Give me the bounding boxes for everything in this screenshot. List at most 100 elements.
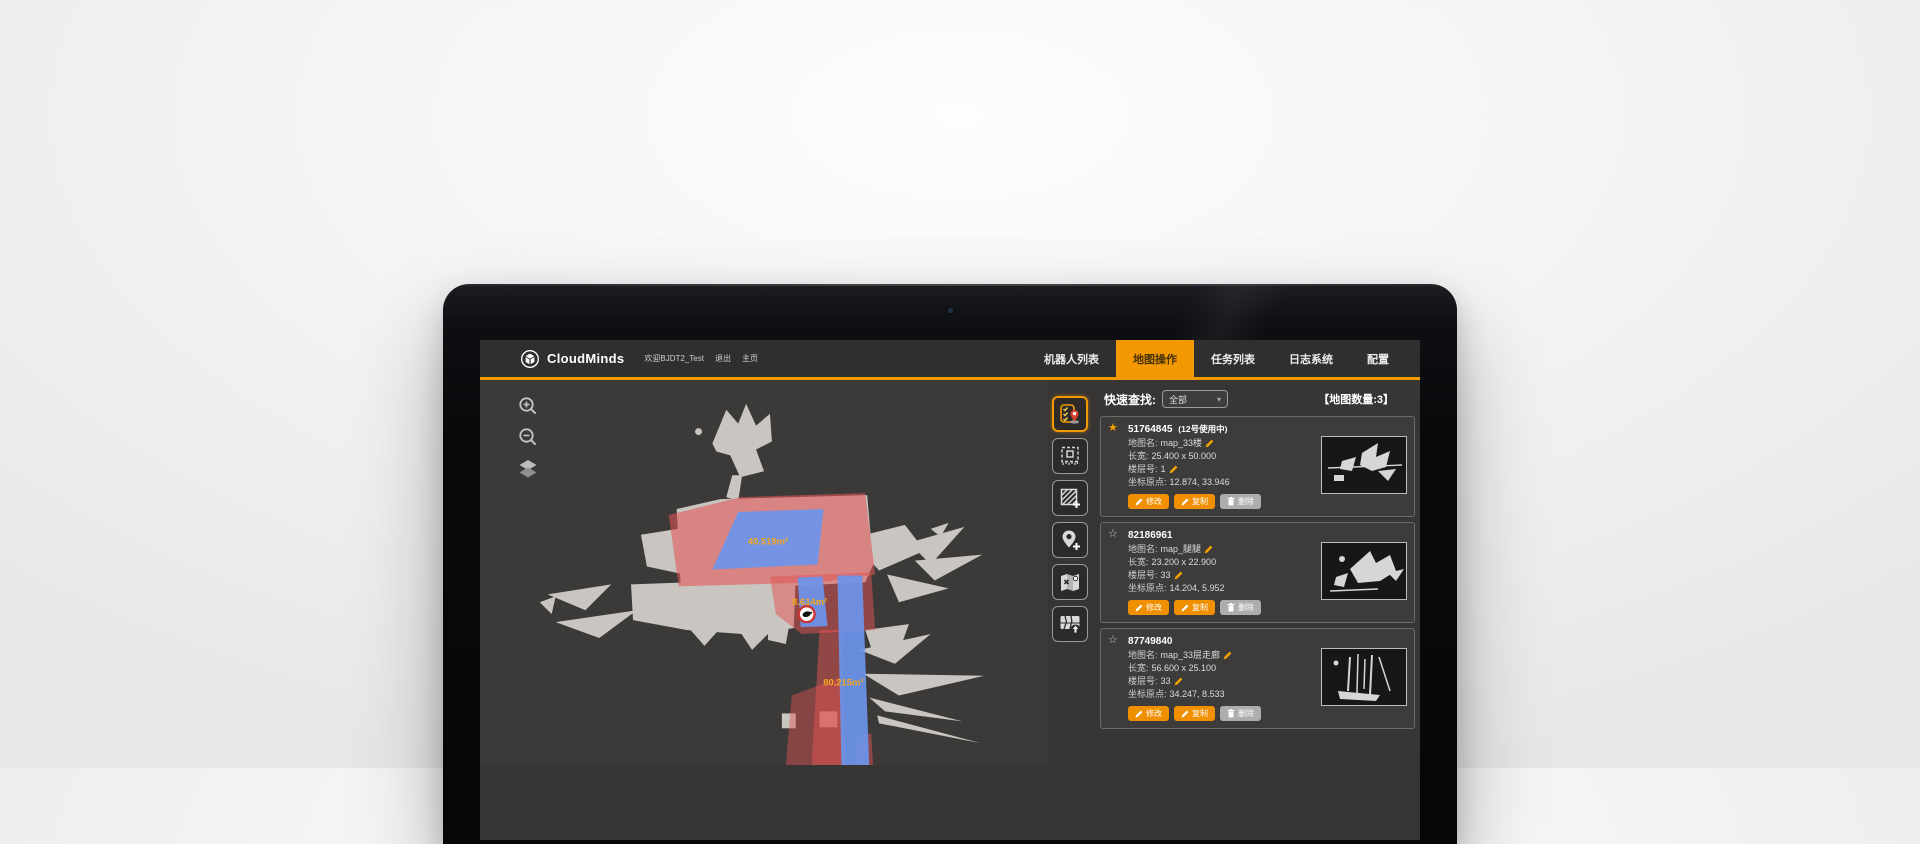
laptop-mockup: CloudMinds 欢迎BJDT2_Test 退出 主页 机器人列表 地图操作…	[443, 284, 1457, 844]
cloudminds-app: CloudMinds 欢迎BJDT2_Test 退出 主页 机器人列表 地图操作…	[480, 340, 1420, 840]
home-link[interactable]: 主页	[742, 353, 758, 364]
session-bar: 欢迎BJDT2_Test 退出 主页	[644, 340, 758, 377]
welcome-text: 欢迎BJDT2_Test	[644, 353, 704, 364]
pencil-icon	[1181, 604, 1189, 612]
pencil-icon	[1135, 498, 1143, 506]
filter-value: 全部	[1169, 393, 1187, 406]
edit-pencil-icon[interactable]	[1205, 439, 1214, 448]
card-actions: 修改 复制 删除	[1128, 706, 1261, 721]
pencil-icon	[1181, 710, 1189, 718]
star-toggle[interactable]: ☆	[1108, 633, 1118, 646]
map-thumbnail	[1321, 436, 1407, 494]
filter-select[interactable]: 全部 ▾	[1162, 390, 1228, 408]
map-list-panel: 快速查找: 全部 ▾ 【地图数量:3】 ★ 51764845	[1096, 380, 1420, 840]
map-id: 51764845	[1128, 424, 1173, 435]
field-label-name: 地图名:	[1128, 437, 1158, 450]
edit-pencil-icon[interactable]	[1174, 677, 1183, 686]
field-label-name: 地图名:	[1128, 649, 1158, 662]
pencil-icon	[1135, 604, 1143, 612]
zoom-in-button[interactable]	[516, 394, 540, 418]
field-label-name: 地图名:	[1128, 543, 1158, 556]
map-size-value: 56.600 x 25.100	[1152, 662, 1217, 675]
app-header: CloudMinds 欢迎BJDT2_Test 退出 主页 机器人列表 地图操作…	[480, 340, 1420, 380]
map-controls	[516, 394, 540, 480]
add-virtual-wall-icon	[1058, 486, 1082, 510]
brand: CloudMinds	[520, 340, 624, 377]
pencil-icon	[1181, 498, 1189, 506]
map-card-title: 82186961	[1128, 528, 1406, 543]
erase-map-tool[interactable]	[1052, 564, 1088, 600]
map-floor-value: 1	[1161, 463, 1166, 476]
trash-icon	[1227, 497, 1235, 506]
laptop-screen: CloudMinds 欢迎BJDT2_Test 退出 主页 机器人列表 地图操作…	[480, 340, 1420, 840]
nav-task-list[interactable]: 任务列表	[1194, 340, 1272, 377]
map-count-badge: 【地图数量:3】	[1318, 391, 1394, 407]
field-label-origin: 坐标原点:	[1128, 688, 1167, 701]
copy-map-button[interactable]: 复制	[1174, 600, 1215, 615]
map-id: 87749840	[1128, 636, 1173, 647]
map-size-value: 23.200 x 22.900	[1152, 556, 1217, 569]
map-tool-column	[1052, 396, 1088, 642]
edit-map-button[interactable]: 修改	[1128, 600, 1169, 615]
map-origin-value: 12.874, 33.946	[1170, 476, 1230, 489]
map-size-value: 25.400 x 50.000	[1152, 450, 1217, 463]
webcam-dot	[948, 308, 953, 313]
add-point-tool[interactable]	[1052, 522, 1088, 558]
field-label-floor: 楼层号:	[1128, 675, 1158, 688]
edit-pencil-icon[interactable]	[1204, 545, 1213, 554]
nav-robot-list[interactable]: 机器人列表	[1027, 340, 1116, 377]
field-label-floor: 楼层号:	[1128, 463, 1158, 476]
pencil-icon	[1135, 710, 1143, 718]
copy-map-button[interactable]: 复制	[1174, 494, 1215, 509]
delete-map-button[interactable]: 删除	[1220, 600, 1261, 615]
map-id-suffix: (12号使用中)	[1178, 424, 1227, 434]
area-label-large: 40.519m²	[748, 536, 788, 547]
edit-pencil-icon[interactable]	[1223, 651, 1232, 660]
layers-button[interactable]	[516, 456, 540, 480]
map-name-value: map_腿腿	[1161, 543, 1202, 556]
map-viewport[interactable]: 40.519m² 8.614m² 80.215m²	[480, 380, 1048, 765]
edit-map-button[interactable]: 修改	[1128, 706, 1169, 721]
map-card[interactable]: ★ 51764845 (12号使用中) 地图名: map_33楼 长宽: 25.…	[1100, 416, 1415, 517]
field-label-origin: 坐标原点:	[1128, 582, 1167, 595]
nav-config[interactable]: 配置	[1350, 340, 1406, 377]
trash-icon	[1227, 603, 1235, 612]
content: 40.519m² 8.614m² 80.215m²	[480, 380, 1420, 840]
map-origin-value: 14.204, 5.952	[1170, 582, 1225, 595]
erase-map-icon	[1058, 570, 1082, 594]
map-card[interactable]: ☆ 82186961 地图名: map_腿腿 长宽: 23.200 x 22.9…	[1100, 522, 1415, 623]
edit-pencil-icon[interactable]	[1174, 571, 1183, 580]
map-id: 82186961	[1128, 530, 1173, 541]
map-card-title: 51764845 (12号使用中)	[1128, 422, 1406, 437]
star-toggle[interactable]: ★	[1108, 421, 1118, 434]
panel-header: 快速查找: 全部 ▾ 【地图数量:3】	[1096, 380, 1420, 413]
delete-map-button[interactable]: 删除	[1220, 494, 1261, 509]
map-card-title: 87749840	[1128, 634, 1406, 649]
map-origin-value: 34.247, 8.533	[1170, 688, 1225, 701]
layers-icon	[517, 457, 539, 479]
delete-map-button[interactable]: 删除	[1220, 706, 1261, 721]
add-virtual-wall-tool[interactable]	[1052, 480, 1088, 516]
nav-log-system[interactable]: 日志系统	[1272, 340, 1350, 377]
add-point-icon	[1058, 528, 1082, 552]
task-point-list-tool[interactable]	[1052, 396, 1088, 432]
map-canvas[interactable]: 40.519m² 8.614m² 80.215m²	[480, 380, 1048, 765]
zoom-out-button[interactable]	[516, 425, 540, 449]
card-actions: 修改 复制 删除	[1128, 600, 1261, 615]
select-region-tool[interactable]	[1052, 438, 1088, 474]
star-toggle[interactable]: ☆	[1108, 527, 1118, 540]
nav-map-operation[interactable]: 地图操作	[1116, 340, 1194, 377]
map-thumbnail-image	[1322, 543, 1406, 599]
map-marker[interactable]	[799, 606, 815, 622]
copy-map-button[interactable]: 复制	[1174, 706, 1215, 721]
logout-link[interactable]: 退出	[715, 353, 731, 364]
map-card[interactable]: ☆ 87749840 地图名: map_33层走廊 长宽: 56.600 x 2…	[1100, 628, 1415, 729]
map-floor-value: 33	[1161, 675, 1171, 688]
map-card-list: ★ 51764845 (12号使用中) 地图名: map_33楼 长宽: 25.…	[1100, 416, 1415, 729]
edit-pencil-icon[interactable]	[1169, 465, 1178, 474]
trash-icon	[1227, 709, 1235, 718]
map-thumbnail	[1321, 542, 1407, 600]
edit-map-button[interactable]: 修改	[1128, 494, 1169, 509]
upload-map-tool[interactable]	[1052, 606, 1088, 642]
select-region-icon	[1058, 444, 1082, 468]
